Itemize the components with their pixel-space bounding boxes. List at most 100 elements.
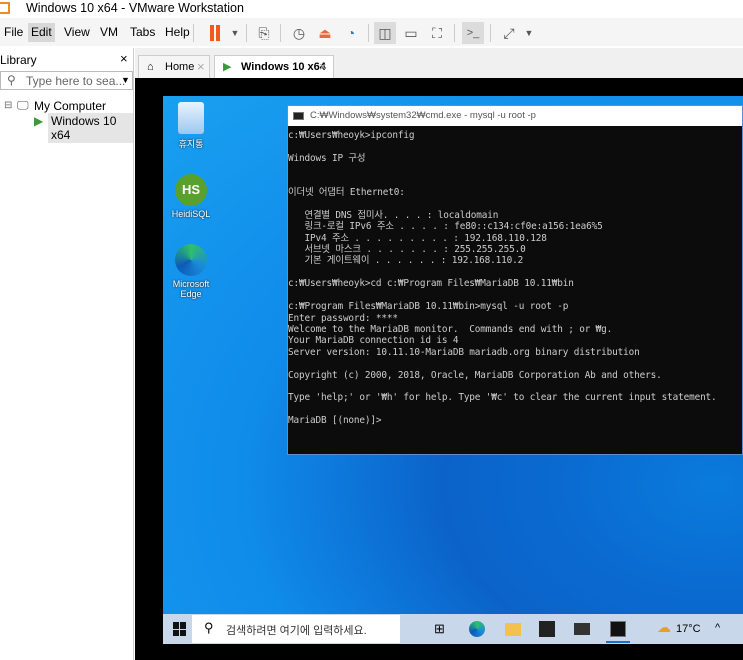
- tab-windows-10-x64[interactable]: ▶ Windows 10 x64 ×: [214, 55, 334, 78]
- cmd-line: c:₩Users₩heoyk>cd c:₩Program Files₩Maria…: [288, 278, 574, 290]
- cmd-taskbar-icon[interactable]: [610, 621, 626, 637]
- cmd-line: MariaDB [(none)]>: [288, 415, 382, 427]
- separator: [280, 24, 281, 42]
- tree-my-computer[interactable]: My Computer: [34, 99, 106, 113]
- menu-tabs[interactable]: Tabs: [127, 23, 158, 42]
- cmd-title: C:₩Windows₩system32₩cmd.exe - mysql -u r…: [310, 110, 536, 121]
- cmd-window[interactable]: C:₩Windows₩system32₩cmd.exe - mysql -u r…: [287, 105, 743, 455]
- cmd-title-bar[interactable]: C:₩Windows₩system32₩cmd.exe - mysql -u r…: [288, 106, 742, 126]
- cmd-line: [288, 141, 717, 152]
- cmd-line: 서브넷 마스크 . . . . . . . : 255.255.255.0: [288, 244, 526, 256]
- tray-chevron-icon[interactable]: ^: [715, 622, 720, 634]
- library-view-icon[interactable]: ◫: [374, 22, 396, 44]
- taskbar: ⚲ 검색하려면 여기에 입력하세요. ⊞ ☁ 17°C ^: [163, 614, 743, 644]
- separator: [368, 24, 369, 42]
- library-search-input[interactable]: ⚲ Type here to sea... ▼: [0, 71, 133, 90]
- cmd-line: [288, 198, 717, 209]
- library-panel: Library × ⊟ 🖵 My Computer ▶ Windows 10 x…: [0, 48, 134, 660]
- recycle-bin-icon: [178, 102, 204, 134]
- library-title: Library: [0, 53, 37, 67]
- cmd-line: Type 'help;' or '₩h' for help. Type '₩c'…: [288, 392, 717, 404]
- heidisql-icon: HS: [175, 174, 207, 206]
- menu-vm[interactable]: VM: [97, 23, 121, 42]
- library-close-button[interactable]: ×: [120, 51, 128, 66]
- stretch-dropdown-icon[interactable]: ▼: [518, 22, 540, 44]
- library-search-placeholder: Type here to sea...: [26, 74, 126, 88]
- start-button[interactable]: [173, 622, 187, 636]
- send-keys-icon[interactable]: ⎘: [253, 22, 275, 44]
- cmd-line: Server version: 10.11.10-MariaDB mariadb…: [288, 346, 640, 358]
- weather-icon[interactable]: ☁: [657, 619, 673, 635]
- menu-edit[interactable]: Edit: [28, 23, 55, 42]
- file-explorer-icon[interactable]: [505, 623, 521, 636]
- search-dropdown-icon[interactable]: ▼: [121, 75, 130, 85]
- dropdown-icon[interactable]: ▼: [224, 22, 246, 44]
- cmd-line: c:₩Users₩heoyk>ipconfig: [288, 130, 415, 141]
- menu-view[interactable]: View: [61, 23, 93, 42]
- taskbar-search-placeholder: 검색하려면 여기에 입력하세요.: [226, 625, 367, 637]
- title-bar: Windows 10 x64 - VMware Workstation: [0, 0, 743, 17]
- cmd-line: 기본 게이트웨이 . . . . . . : 192.168.110.2: [288, 255, 524, 267]
- cmd-line: Your MariaDB connection id is 4: [288, 335, 459, 347]
- cmd-line: Windows IP 구성: [288, 152, 366, 164]
- tab-home[interactable]: ⌂ Home ×: [138, 55, 210, 78]
- tree-windows-10-x64[interactable]: Windows 10 x64: [48, 113, 133, 143]
- fullscreen-icon[interactable]: ⛶: [426, 22, 448, 44]
- task-view-icon[interactable]: ⊞: [434, 621, 450, 637]
- cmd-icon: [293, 112, 304, 120]
- active-indicator: [606, 641, 630, 643]
- edge-taskbar-icon[interactable]: [469, 621, 485, 637]
- search-icon: ⚲: [7, 73, 16, 87]
- cmd-line: Enter password: ****: [288, 312, 398, 324]
- snapshot-manager-icon[interactable]: ◔: [340, 22, 362, 44]
- separator: [246, 24, 247, 42]
- stretch-icon[interactable]: ⤢: [498, 22, 520, 44]
- desktop-icon-recycle-bin[interactable]: 휴지통: [169, 102, 213, 150]
- tab-vm-label: Windows 10 x64: [241, 61, 326, 73]
- cmd-line: [288, 267, 717, 278]
- home-icon: ⌂: [147, 61, 154, 73]
- window-title: Windows 10 x64 - VMware Workstation: [26, 1, 244, 15]
- cmd-line: [288, 164, 717, 175]
- thumbnail-bar-icon[interactable]: ▭: [400, 22, 422, 44]
- cmd-line: [288, 358, 717, 369]
- separator: [193, 24, 194, 42]
- edge-label: Microsoft Edge: [172, 279, 210, 299]
- separator: [490, 24, 491, 42]
- pause-icon[interactable]: [204, 22, 226, 44]
- desktop-icon-heidisql[interactable]: HS HeidiSQL: [169, 174, 213, 219]
- vmware-logo-icon: [0, 2, 10, 14]
- console-icon[interactable]: >_: [462, 22, 484, 44]
- store-icon[interactable]: [539, 621, 555, 637]
- cmd-line: 링크-로컬 IPv6 주소 . . . . : fe80::c134:cf0e:…: [288, 221, 603, 233]
- desktop-icon-edge[interactable]: Microsoft Edge: [169, 244, 213, 299]
- computer-icon: 🖵: [17, 98, 29, 112]
- vm-icon: ▶: [34, 114, 44, 128]
- menu-file[interactable]: File: [1, 23, 26, 42]
- revert-snapshot-icon[interactable]: ⏏: [314, 22, 336, 44]
- edge-icon: [175, 244, 207, 276]
- cmd-line: [288, 381, 717, 392]
- cmd-line: 연결별 DNS 접미사. . . . : localdomain: [288, 209, 499, 221]
- tab-vm-close-icon[interactable]: ×: [319, 56, 327, 78]
- menu-help[interactable]: Help: [162, 23, 193, 42]
- search-icon: ⚲: [204, 620, 214, 635]
- snapshot-icon[interactable]: ◷: [288, 22, 310, 44]
- mail-icon[interactable]: [574, 623, 590, 635]
- cmd-line: Welcome to the MariaDB monitor. Commands…: [288, 323, 613, 335]
- recycle-bin-label: 휴지통: [178, 139, 204, 149]
- cmd-line: 이더넷 어댑터 Ethernet0:: [288, 187, 405, 199]
- separator: [454, 24, 455, 42]
- tab-home-close-icon[interactable]: ×: [197, 56, 205, 78]
- collapse-icon[interactable]: ⊟: [4, 100, 12, 111]
- weather-temperature[interactable]: 17°C: [676, 623, 701, 635]
- cmd-line: IPv4 주소 . . . . . . . . . : 192.168.110.…: [288, 232, 547, 244]
- tab-home-label: Home: [165, 61, 195, 73]
- cmd-line: [288, 176, 717, 187]
- heidisql-label: HeidiSQL: [171, 209, 211, 219]
- vm-icon: ▶: [223, 61, 232, 73]
- cmd-line: Copyright (c) 2000, 2018, Oracle, MariaD…: [288, 369, 662, 381]
- taskbar-search-input[interactable]: ⚲ 검색하려면 여기에 입력하세요.: [192, 615, 400, 643]
- cmd-line: c:₩Program Files₩MariaDB 10.11₩bin>mysql…: [288, 301, 569, 313]
- cmd-line: [288, 404, 717, 415]
